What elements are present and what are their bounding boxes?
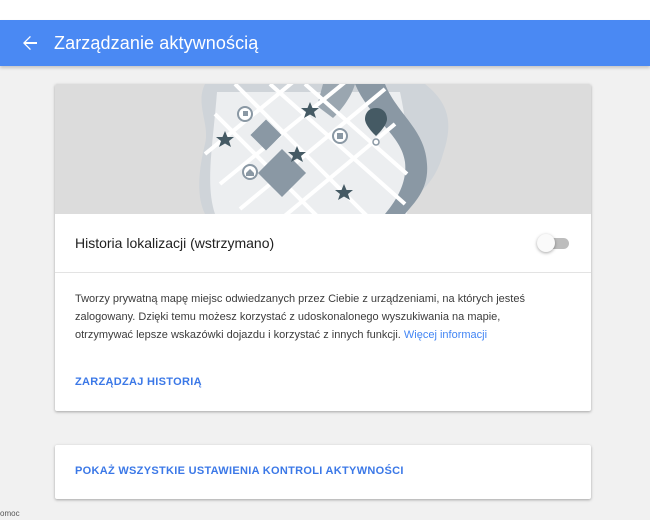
map-illustration [55, 84, 591, 214]
location-history-label: Historia lokalizacji (wstrzymano) [75, 235, 275, 251]
app-bar: Zarządzanie aktywnością [0, 20, 650, 66]
location-history-card: Historia lokalizacji (wstrzymano) Tworzy… [55, 84, 591, 411]
show-all-activity-controls-link[interactable]: POKAŻ WSZYSTKIE USTAWIENIA KONTROLI AKTY… [75, 465, 404, 477]
arrow-back-icon[interactable] [20, 33, 40, 53]
top-strip [0, 0, 650, 20]
location-history-switch[interactable] [537, 234, 571, 252]
manage-history-link[interactable]: ZARZĄDZAJ HISTORIĄ [75, 376, 202, 388]
more-info-link[interactable]: Więcej informacji [404, 329, 487, 341]
page-title: Zarządzanie aktywnością [54, 32, 259, 53]
activity-controls-card: POKAŻ WSZYSTKIE USTAWIENIA KONTROLI AKTY… [55, 445, 591, 499]
location-history-toggle-row[interactable]: Historia lokalizacji (wstrzymano) [55, 214, 591, 273]
switch-thumb [537, 234, 555, 252]
location-history-description: Tworzy prywatną mapę miejsc odwiedzanych… [75, 290, 525, 344]
help-footer-text[interactable]: omoc [0, 509, 20, 518]
